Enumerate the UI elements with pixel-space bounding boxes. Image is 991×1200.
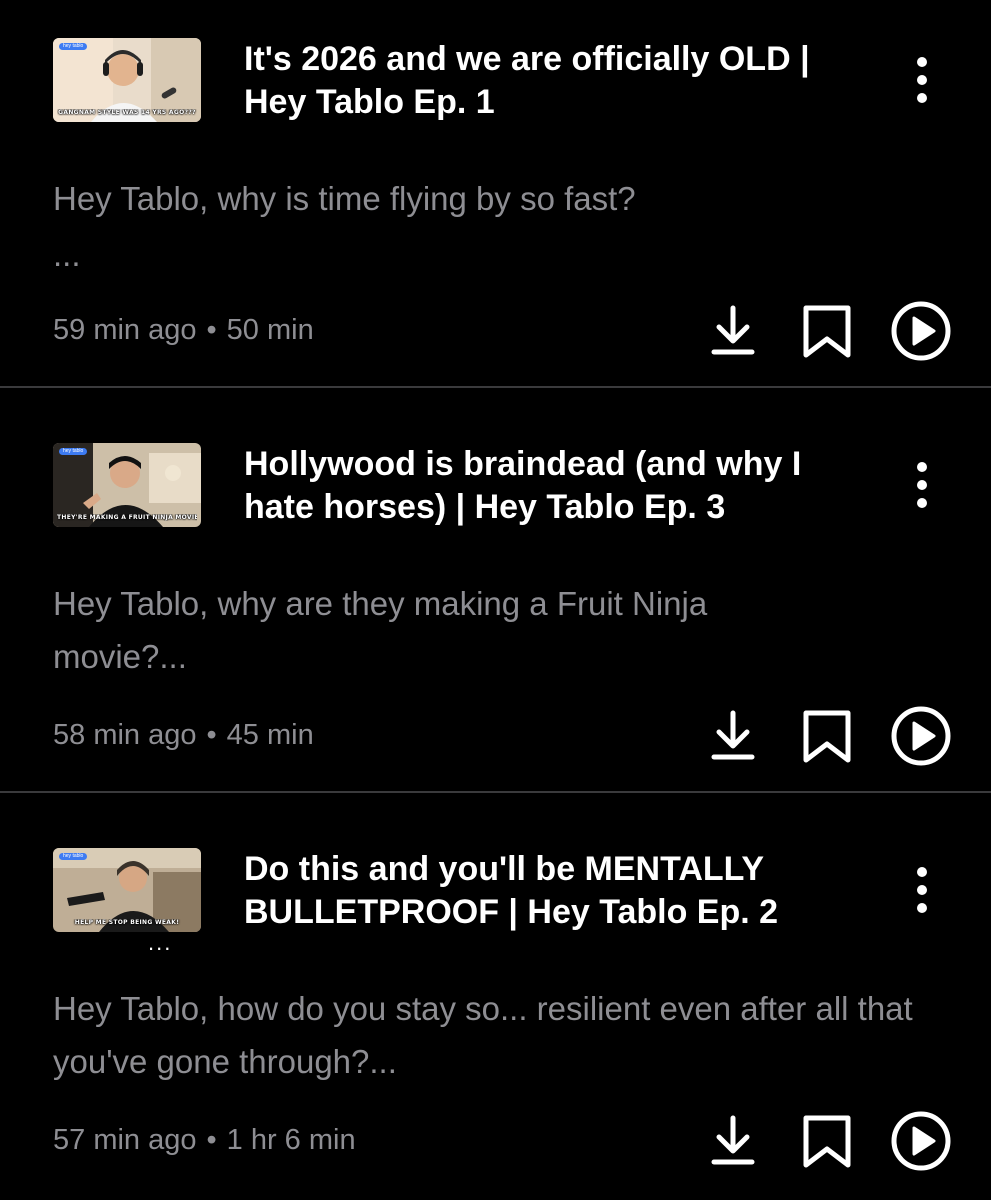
download-icon <box>711 710 755 760</box>
episode-item[interactable]: hey tablo HELP ME STOP BEING WEAK! Do th… <box>0 810 991 1198</box>
episode-item[interactable]: hey tablo THEY'RE MAKING A FRUIT NINJA M… <box>0 405 991 793</box>
meta-separator: • <box>206 314 217 346</box>
episode-meta: 59 min ago • 50 min <box>53 308 314 352</box>
more-options-button[interactable] <box>900 862 944 918</box>
episode-item[interactable]: hey tablo GANGNAM STYLE WAS 14 YRS AGO??… <box>0 0 991 388</box>
thumbnail-tag: hey tablo <box>59 853 88 860</box>
episode-description[interactable]: Hey Tablo, how do you stay so... resilie… <box>53 982 953 1088</box>
episode-title[interactable]: It's 2026 and we are officially OLD | He… <box>244 38 874 124</box>
published-time: 57 min ago <box>53 1124 197 1156</box>
episode-meta: 58 min ago • 45 min <box>53 713 314 757</box>
bookmark-icon <box>803 305 851 358</box>
episode-duration: 50 min <box>226 314 314 346</box>
episode-thumbnail[interactable]: hey tablo GANGNAM STYLE WAS 14 YRS AGO??… <box>53 38 201 122</box>
play-circle-icon <box>891 706 951 766</box>
episode-actions <box>700 298 960 364</box>
thumbnail-overflow-indicator: ... <box>148 930 173 955</box>
play-button[interactable] <box>888 703 954 769</box>
more-dot-icon <box>917 498 927 508</box>
published-time: 58 min ago <box>53 719 197 751</box>
bookmark-icon <box>803 1115 851 1168</box>
meta-separator: • <box>206 1124 217 1156</box>
play-button[interactable] <box>888 1108 954 1174</box>
description-ellipsis: ... <box>53 236 81 273</box>
more-dot-icon <box>917 462 927 472</box>
download-button[interactable] <box>700 298 766 364</box>
download-icon <box>711 305 755 355</box>
play-circle-icon <box>891 1111 951 1171</box>
more-dot-icon <box>917 93 927 103</box>
episode-list: hey tablo GANGNAM STYLE WAS 14 YRS AGO??… <box>0 0 991 1200</box>
more-dot-icon <box>917 57 927 67</box>
more-dot-icon <box>917 75 927 85</box>
thumbnail-caption: HELP ME STOP BEING WEAK! <box>74 919 180 926</box>
episode-actions <box>700 1108 960 1174</box>
episode-thumbnail[interactable]: hey tablo THEY'RE MAKING A FRUIT NINJA M… <box>53 443 201 527</box>
episode-meta: 57 min ago • 1 hr 6 min <box>53 1118 356 1162</box>
play-button[interactable] <box>888 298 954 364</box>
download-icon <box>711 1115 755 1165</box>
more-options-button[interactable] <box>900 52 944 108</box>
published-time: 59 min ago <box>53 314 197 346</box>
more-dot-icon <box>917 903 927 913</box>
bookmark-icon <box>803 710 851 763</box>
play-circle-icon <box>891 301 951 361</box>
episode-divider <box>0 386 991 388</box>
download-button[interactable] <box>700 703 766 769</box>
save-button[interactable] <box>794 298 860 364</box>
more-dot-icon <box>917 867 927 877</box>
episode-duration: 45 min <box>226 719 314 751</box>
download-button[interactable] <box>700 1108 766 1174</box>
episode-actions <box>700 703 960 769</box>
thumbnail-caption: THEY'RE MAKING A FRUIT NINJA MOVIE... I'… <box>57 514 197 521</box>
thumbnail-caption: GANGNAM STYLE WAS 14 YRS AGO??? <box>58 109 196 116</box>
thumbnail-tag: hey tablo <box>59 43 88 50</box>
episode-description[interactable]: Hey Tablo, why is time flying by so fast… <box>53 172 943 225</box>
more-dot-icon <box>917 480 927 490</box>
save-button[interactable] <box>794 1108 860 1174</box>
episode-title[interactable]: Hollywood is braindead (and why I hate h… <box>244 443 874 529</box>
more-dot-icon <box>917 885 927 895</box>
episode-duration: 1 hr 6 min <box>226 1124 356 1156</box>
episode-divider <box>0 791 991 793</box>
episode-title[interactable]: Do this and you'll be MENTALLY BULLETPRO… <box>244 848 874 934</box>
thumbnail-tag: hey tablo <box>59 448 88 455</box>
episode-description[interactable]: Hey Tablo, why are they making a Fruit N… <box>53 577 833 683</box>
save-button[interactable] <box>794 703 860 769</box>
meta-separator: • <box>206 719 217 751</box>
episode-thumbnail[interactable]: hey tablo HELP ME STOP BEING WEAK! <box>53 848 201 932</box>
more-options-button[interactable] <box>900 457 944 513</box>
